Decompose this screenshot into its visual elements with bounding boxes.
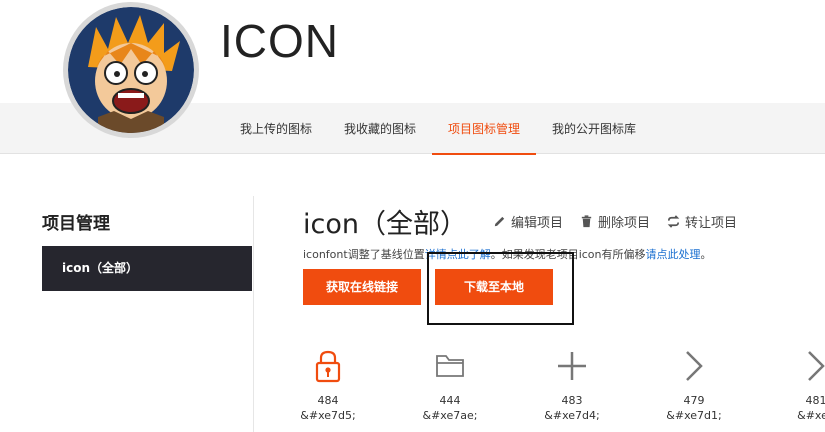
sidebar-item-icon-all[interactable]: icon（全部） [42, 246, 252, 291]
tab-my-favorites[interactable]: 我收藏的图标 [328, 114, 432, 154]
project-title: icon（全部） [303, 209, 467, 240]
sidebar-divider [253, 196, 254, 432]
project-actions: 编辑项目 删除项目 转让项目 [492, 212, 737, 231]
plus-icon [558, 352, 586, 380]
icon-card[interactable]: 479 &#xe7d1; [634, 346, 754, 422]
icon-code: &#xe7ae; [422, 409, 478, 422]
chevron-right-icon [686, 351, 703, 381]
icon-code: &#xe7d4; [544, 409, 600, 422]
delete-project-button[interactable]: 删除项目 [579, 212, 650, 231]
transfer-project-button[interactable]: 转让项目 [666, 212, 737, 231]
icon-code: &#xe7d1; [666, 409, 722, 422]
notice-suffix: 。 [700, 248, 712, 261]
transfer-project-label: 转让项目 [685, 216, 738, 231]
icon-id: 484 [317, 394, 339, 407]
get-online-link-button[interactable]: 获取在线链接 [303, 269, 421, 305]
tab-public-library[interactable]: 我的公开图标库 [536, 114, 652, 154]
icon-card[interactable]: 483 &#xe7d4; [512, 346, 632, 422]
profile-tabs: 我上传的图标 我收藏的图标 项目图标管理 我的公开图标库 [224, 114, 652, 155]
icon-id: 483 [561, 394, 583, 407]
notice-details-link[interactable]: 详情点此了解 [425, 248, 491, 261]
trash-icon [581, 215, 592, 228]
icon-code: &#xe7 [797, 409, 825, 422]
tab-my-uploads[interactable]: 我上传的图标 [224, 114, 328, 154]
notice-fix-link[interactable]: 请点此处理 [646, 248, 701, 261]
lock-icon [315, 350, 341, 383]
icon-id: 444 [439, 394, 461, 407]
transfer-icon [667, 215, 680, 228]
tab-project-icons[interactable]: 项目图标管理 [432, 114, 537, 155]
chevron-right-icon [808, 351, 825, 381]
sidebar-title: 项目管理 [42, 214, 110, 234]
baseline-notice: iconfont调整了基线位置详情点此了解。如果发现老项目icon有所偏移请点此… [303, 246, 712, 262]
delete-project-label: 删除项目 [598, 216, 651, 231]
pencil-icon [494, 216, 505, 227]
page-title: ICON [220, 15, 339, 67]
edit-project-button[interactable]: 编辑项目 [492, 212, 563, 231]
icon-card[interactable]: 484 &#xe7d5; [268, 346, 388, 422]
avatar-image [68, 7, 194, 133]
icon-id: 479 [683, 394, 705, 407]
icon-card[interactable]: 481 &#xe7 [756, 346, 825, 422]
avatar[interactable] [63, 2, 199, 138]
icon-code: &#xe7d5; [300, 409, 356, 422]
icon-card[interactable]: 444 &#xe7ae; [390, 346, 510, 422]
notice-middle-text: 。如果发现老项目icon有所偏移 [490, 248, 646, 261]
download-local-button[interactable]: 下载至本地 [435, 269, 553, 305]
folder-icon [436, 355, 464, 377]
edit-project-label: 编辑项目 [511, 216, 564, 231]
notice-text: iconfont调整了基线位置 [303, 248, 425, 261]
icon-id: 481 [805, 394, 825, 407]
